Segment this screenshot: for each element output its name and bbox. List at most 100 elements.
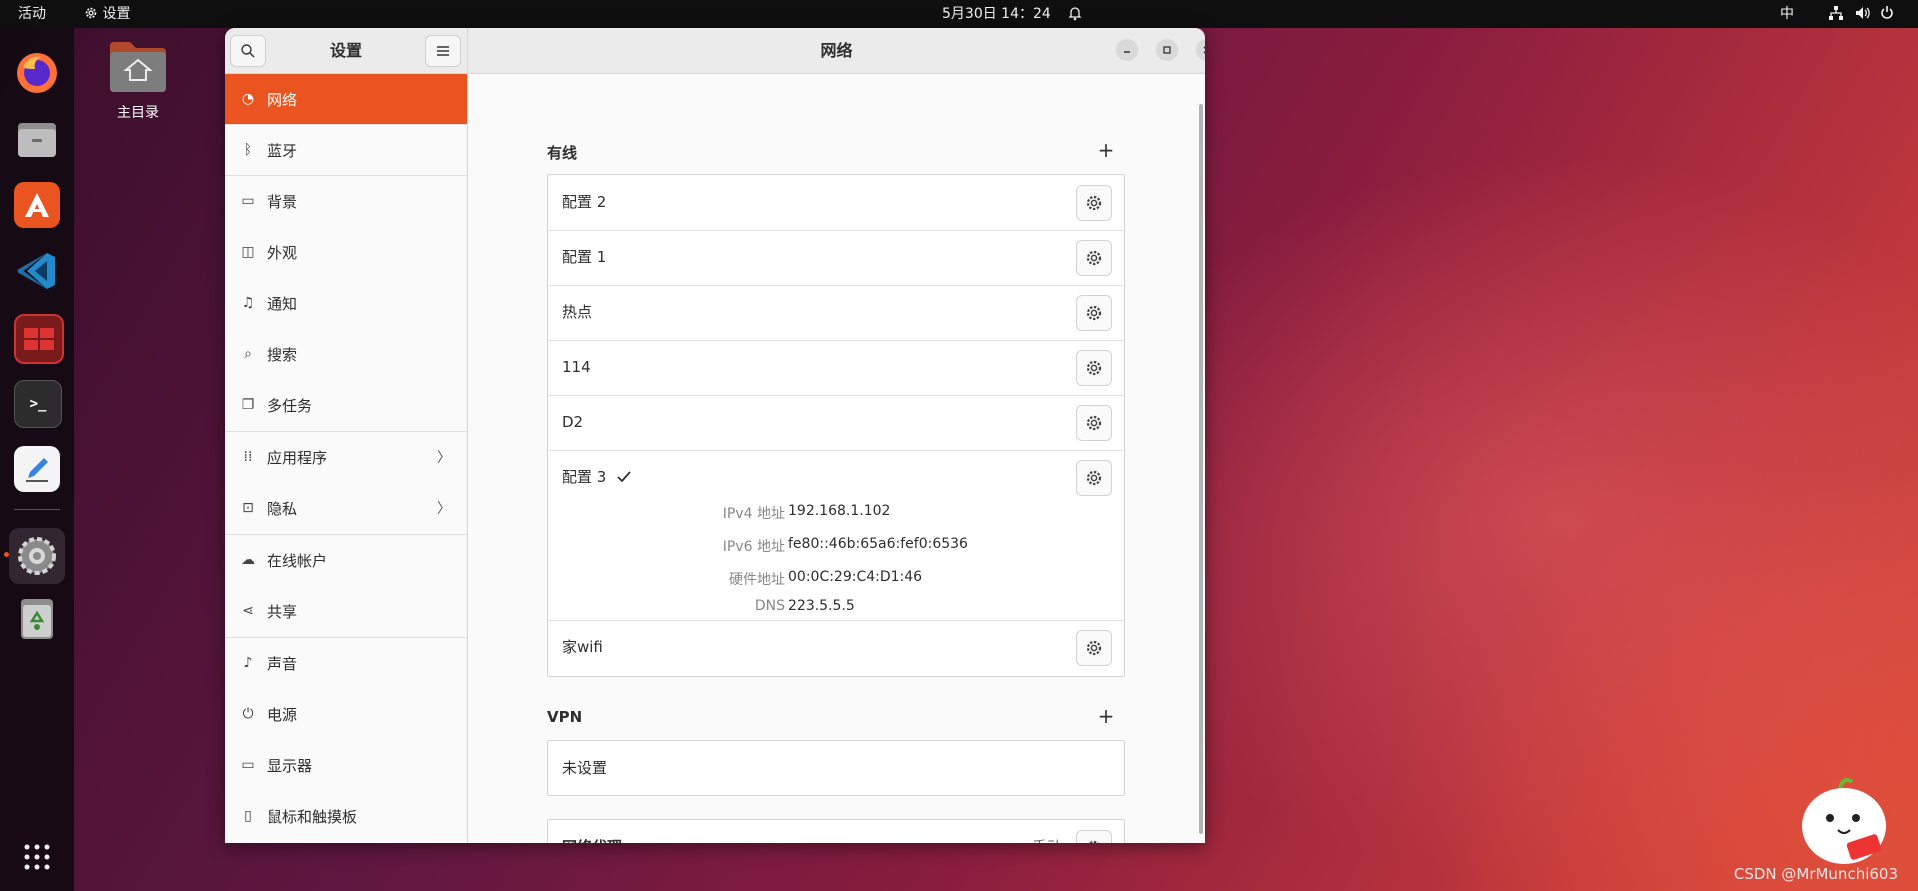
list-item[interactable]: 热点	[548, 285, 1124, 341]
connection-name: 114	[562, 358, 591, 376]
apps-grid-icon: ⁞⁞	[243, 449, 253, 465]
top-bar: 活动 设置 5月30日 14：24 中	[0, 0, 1918, 28]
vpn-empty-label: 未设置	[562, 759, 608, 777]
music-note-icon: ♪	[243, 655, 253, 671]
sidebar-item-background[interactable]: ▭ 背景	[225, 176, 467, 226]
volume-icon[interactable]	[1854, 0, 1870, 28]
gear-icon	[1086, 470, 1102, 486]
cloud-icon: ☁	[241, 552, 255, 568]
connection-name: D2	[562, 413, 584, 431]
list-item[interactable]: 配置 2	[548, 175, 1124, 231]
ipv4-value: 192.168.1.102	[788, 503, 891, 519]
app-menu[interactable]: 设置	[84, 0, 130, 28]
sidebar-item-network[interactable]: ◔ 网络	[225, 74, 467, 124]
network-status-icon[interactable]	[1828, 0, 1844, 28]
connection-settings-button[interactable]	[1076, 185, 1112, 221]
input-method-indicator[interactable]: 中	[1780, 0, 1794, 28]
sidebar-item-label: 外观	[267, 243, 298, 262]
firefox-icon[interactable]	[14, 50, 60, 96]
text-editor-icon[interactable]	[14, 446, 60, 492]
gear-icon	[1086, 195, 1102, 211]
sidebar-item-appearance[interactable]: ◫ 外观	[225, 227, 467, 277]
trash-icon[interactable]	[14, 596, 60, 642]
gear-icon	[1086, 640, 1102, 656]
sidebar-item-label: 背景	[267, 192, 298, 211]
vscode-icon[interactable]	[14, 248, 60, 294]
activities-button[interactable]: 活动	[18, 0, 46, 28]
minimize-icon	[1124, 51, 1130, 53]
proxy-row[interactable]: 网络代理 手动	[547, 819, 1125, 843]
sidebar-item-label: 网络	[267, 90, 298, 109]
connection-name: 配置 3	[562, 468, 607, 486]
sidebar-header: 设置	[225, 28, 468, 74]
connection-settings-button[interactable]	[1076, 350, 1112, 386]
list-item[interactable]: D2	[548, 395, 1124, 451]
sidebar-item-applications[interactable]: ⁞⁞ 应用程序 〉	[225, 432, 467, 482]
add-wired-button[interactable]: +	[1096, 138, 1116, 162]
network-panel: 有线 + 配置 2 配置 1 热点 114 D2 配置 3 IPv4 地址 19…	[468, 74, 1205, 843]
home-folder-icon	[110, 42, 166, 92]
sidebar-item-notifications[interactable]: ♫ 通知	[225, 278, 467, 328]
hardware-address-value: 00:0C:29:C4:D1:46	[788, 569, 923, 585]
sidebar-item-search[interactable]: ⌕ 搜索	[225, 329, 467, 379]
minimize-button[interactable]	[1116, 39, 1138, 61]
sidebar-item-displays[interactable]: ▭ 显示器	[225, 740, 467, 790]
connection-name: 热点	[562, 303, 593, 321]
terminal-icon[interactable]: >_	[14, 380, 62, 428]
gear-icon	[85, 7, 97, 19]
screenshot-tool-icon[interactable]	[14, 314, 64, 364]
files-icon[interactable]	[14, 116, 60, 162]
bell-icon: ♫	[241, 295, 255, 311]
active-connection[interactable]: 配置 3 IPv4 地址 192.168.1.102 IPv6 地址 fe80:…	[548, 450, 1124, 621]
connection-settings-button[interactable]	[1076, 295, 1112, 331]
connection-settings-button[interactable]	[1076, 630, 1112, 666]
home-folder-label: 主目录	[117, 105, 159, 121]
settings-window: 设置 网络 ◔ 网络 ᛒ 蓝牙 ▭ 背景 ◫ 外观 ♫ 通知 ⌕ 搜索 ❐ 多任…	[225, 28, 1205, 843]
add-vpn-button[interactable]: +	[1096, 704, 1116, 728]
plus-icon: +	[1097, 704, 1115, 728]
wired-section-title: 有线	[547, 144, 578, 162]
maximize-button[interactable]	[1156, 39, 1178, 61]
settings-icon[interactable]	[9, 528, 65, 584]
sidebar-item-multitasking[interactable]: ❐ 多任务	[225, 380, 467, 430]
share-icon: ⋖	[242, 603, 254, 619]
sidebar-item-online-accounts[interactable]: ☁ 在线帐户	[225, 535, 467, 585]
power-menu-icon[interactable]	[1880, 0, 1894, 28]
sidebar-item-sound[interactable]: ♪ 声音	[225, 638, 467, 688]
list-item[interactable]: 配置 1	[548, 230, 1124, 286]
main-menu-button[interactable]	[425, 35, 461, 67]
connection-settings-button[interactable]	[1076, 405, 1112, 441]
sidebar-item-power[interactable]: ⏻ 电源	[225, 689, 467, 739]
plus-icon: +	[1097, 138, 1115, 162]
multitask-icon: ❐	[241, 397, 255, 413]
appearance-icon: ◫	[241, 244, 255, 260]
clock[interactable]: 5月30日 14：24	[942, 0, 1051, 28]
sidebar-item-sharing[interactable]: ⋖ 共享	[225, 586, 467, 636]
bluetooth-icon: ᛒ	[243, 142, 253, 158]
home-folder[interactable]: 主目录	[106, 38, 170, 122]
notification-bell-icon[interactable]	[1068, 0, 1082, 28]
sidebar-item-label: 声音	[267, 654, 298, 673]
sidebar-item-privacy[interactable]: ⊡ 隐私 〉	[225, 483, 467, 533]
connection-settings-button[interactable]	[1076, 240, 1112, 276]
proxy-settings-button[interactable]	[1076, 830, 1112, 843]
vpn-section-title: VPN	[547, 708, 583, 726]
scrollbar[interactable]	[1199, 104, 1203, 834]
show-apps-icon[interactable]	[14, 834, 60, 880]
vpn-list: 未设置	[547, 740, 1125, 796]
close-icon	[1203, 46, 1205, 54]
gear-icon	[1086, 360, 1102, 376]
list-item[interactable]: 家wifi	[548, 620, 1124, 675]
gear-icon	[1086, 415, 1102, 431]
sidebar-item-label: 搜索	[267, 345, 298, 364]
app-center-icon[interactable]	[14, 182, 60, 228]
gear-icon	[1086, 305, 1102, 321]
list-item[interactable]: 114	[548, 340, 1124, 396]
sidebar-item-bluetooth[interactable]: ᛒ 蓝牙	[225, 125, 467, 175]
mouse-icon: ▯	[244, 808, 252, 824]
sidebar-item-label: 蓝牙	[267, 141, 298, 160]
dock: >_	[0, 28, 74, 891]
sidebar-item-mouse-touchpad[interactable]: ▯ 鼠标和触摸板	[225, 791, 467, 841]
connection-settings-button[interactable]	[1076, 460, 1112, 496]
connection-name: 家wifi	[562, 638, 603, 656]
